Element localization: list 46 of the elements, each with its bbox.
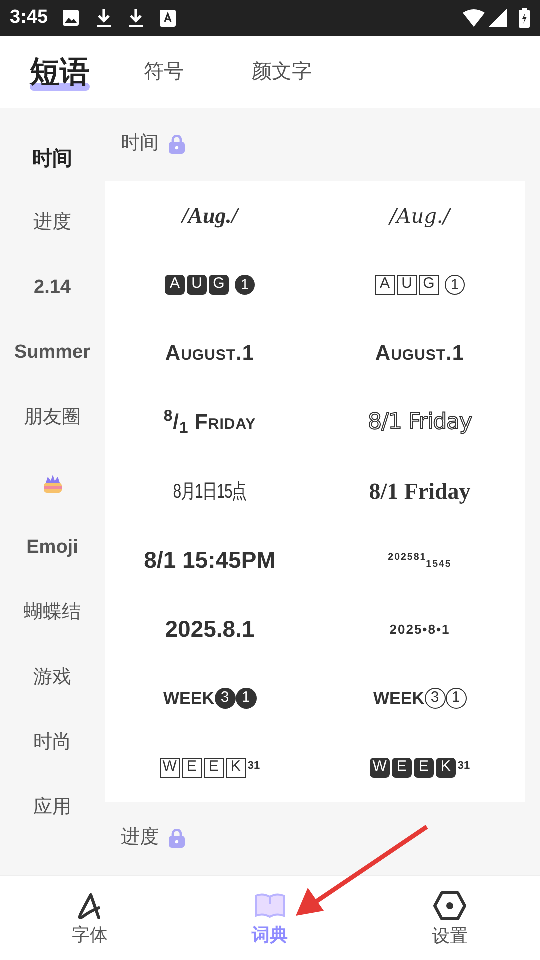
phrase[interactable]: /Aug./ [390, 206, 450, 226]
book-icon [254, 892, 286, 920]
section-title: 时间 [121, 132, 159, 156]
section-title: 进度 [121, 826, 159, 850]
keyboard-icon [160, 10, 176, 26]
cake-icon [42, 474, 64, 494]
phrase[interactable]: WEEK 3 1 [164, 686, 256, 712]
phrase[interactable]: 8/1 Friday [369, 480, 471, 503]
phrase[interactable]: 2025.8.1 [165, 618, 255, 641]
phrase[interactable]: /Aug./ [182, 204, 238, 226]
sidebar-item[interactable] [42, 474, 64, 494]
nav-tab[interactable]: 字体 [0, 876, 180, 960]
phrase[interactable]: 2025•8•1 [390, 623, 450, 636]
phrase[interactable]: W E E K 31 [160, 758, 260, 778]
image-icon [62, 9, 80, 27]
sidebar-item[interactable]: 进度 [34, 209, 72, 238]
phrase[interactable]: 8/1 15:45PM [144, 549, 276, 572]
battery-icon [519, 8, 530, 28]
tab[interactable]: 短语 [30, 50, 90, 94]
wifi-icon [463, 9, 485, 27]
phrase[interactable]: August.1 [375, 343, 465, 364]
sidebar-item[interactable]: 朋友圈 [24, 404, 81, 433]
sidebar-item[interactable]: 蝴蝶结 [24, 599, 81, 628]
sidebar-item[interactable]: 游戏 [34, 664, 72, 693]
settings-icon [433, 890, 467, 920]
sidebar-item[interactable]: 时尚 [34, 729, 72, 758]
sidebar-item[interactable]: 应用 [34, 794, 72, 823]
nav-tab[interactable]: 设置 [360, 876, 540, 960]
signal-icon [489, 9, 507, 27]
phrase[interactable]: A U G 1 [375, 274, 465, 294]
sidebar-item[interactable]: 时间 [32, 144, 72, 174]
sidebar-item[interactable]: 2.14 [34, 274, 71, 303]
phrase[interactable]: WEEK 3 1 [374, 686, 466, 712]
phrase[interactable]: 8/1 Friday [368, 412, 472, 434]
phrase[interactable]: $^{8}$/$_{1}$ Friday [164, 412, 256, 433]
phrase[interactable]: August.1 [165, 343, 255, 364]
download-icon [128, 8, 144, 28]
sidebar-item[interactable]: Emoji [26, 534, 78, 563]
tab[interactable]: 符号 [130, 57, 198, 87]
clock: 3:45 [10, 6, 48, 30]
phrase[interactable]: 8月1日15点 [173, 482, 247, 502]
sidebar-item[interactable]: Summer [14, 339, 91, 368]
phrase[interactable]: A U G 1 [165, 274, 255, 294]
phrase[interactable]: W E E K 31 [370, 758, 470, 778]
tab[interactable]: 颜文字 [238, 57, 326, 87]
download-icon [96, 8, 112, 28]
